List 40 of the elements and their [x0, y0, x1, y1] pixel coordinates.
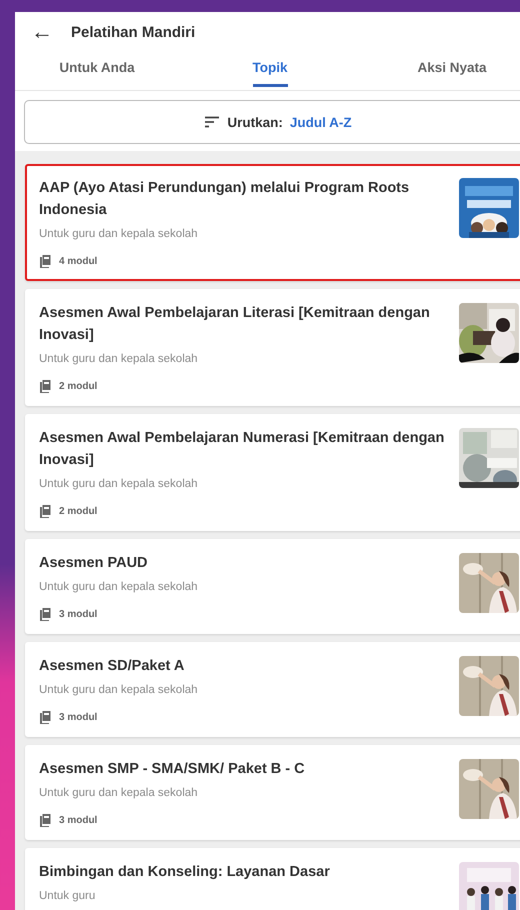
topic-card[interactable]: Asesmen SD/Paket A Untuk guru dan kepala sekolah 3 modul [25, 642, 520, 737]
topic-title: Asesmen Awal Pembelajaran Literasi [Kemitraan dengan Inovasi] [39, 304, 431, 345]
module-count: 2 modul [59, 380, 98, 392]
tab[interactable]: Aksi Nyata [417, 52, 487, 87]
tab[interactable]: Untuk Anda [59, 52, 135, 87]
sort-button[interactable]: Urutkan: Judul A-Z [24, 100, 520, 144]
module-count: 2 modul [59, 506, 98, 516]
topic-card[interactable]: Asesmen Awal Pembelajaran Literasi [Kemitraan dengan Inovasi] Untuk guru dan kepala sekolah 2 modul [25, 289, 520, 406]
module-count: 3 modul [59, 608, 98, 620]
topic-card[interactable]: AAP (Ayo Atasi Perundungan) melalui Program Roots Indonesia Untuk guru dan kepala sekolah 4 modul [25, 164, 520, 281]
book-stack-icon [39, 814, 51, 826]
audience-text: Untuk guru dan kepala sekolah [39, 352, 199, 366]
module-count: 3 modul [59, 712, 98, 722]
topic-card[interactable]: Asesmen PAUD Untuk guru dan kepala sekolah 3 modul [25, 539, 520, 634]
topic-card[interactable]: Asesmen Awal Pembelajaran Numerasi [Kemitraan dengan Inovasi] Untuk guru dan kepala sekolah 2 modul [25, 414, 520, 531]
topic-title: AAP (Ayo Atasi Perundungan) melalui Program Roots Indonesia [39, 179, 410, 220]
audience-text: Untuk guru dan kepala sekolah [39, 786, 199, 800]
screen-title: Pelatihan Mandiri [71, 24, 196, 40]
topic-title: Asesmen SD/Paket A [39, 657, 186, 676]
book-stack-icon [39, 710, 51, 724]
book-stack-icon [39, 504, 51, 518]
topic-title: Asesmen PAUD [39, 554, 149, 573]
audience-text: Untuk guru dan kepala sekolah [39, 683, 199, 697]
book-stack-icon [39, 380, 51, 392]
topic-card[interactable]: Bimbingan dan Konseling: Layanan Dasar Untuk guru [25, 848, 520, 910]
topic-title: Asesmen SMP - SMA/SMK/ Paket B - C [39, 760, 306, 779]
audience-text: Untuk guru dan kepala sekolah [39, 580, 199, 594]
tab[interactable]: Topik [252, 52, 288, 87]
book-stack-icon [39, 608, 51, 620]
module-count: 3 modul [59, 814, 98, 826]
sort-icon [204, 116, 220, 128]
audience-text: Untuk guru dan kepala sekolah [39, 227, 199, 241]
book-stack-icon [39, 254, 51, 268]
topic-title: Asesmen Awal Pembelajaran Numerasi [Kemitraan dengan Inovasi] [39, 429, 446, 470]
back-button[interactable]: ← [31, 21, 53, 43]
audience-text: Untuk guru dan kepala sekolah [39, 477, 199, 491]
module-count: 4 modul [59, 256, 98, 266]
topic-card[interactable]: Asesmen SMP - SMA/SMK/ Paket B - C Untuk guru dan kepala sekolah 3 modul [25, 745, 520, 840]
audience-text: Untuk guru [39, 889, 96, 903]
topic-title: Bimbingan dan Konseling: Layanan Dasar [39, 863, 331, 882]
